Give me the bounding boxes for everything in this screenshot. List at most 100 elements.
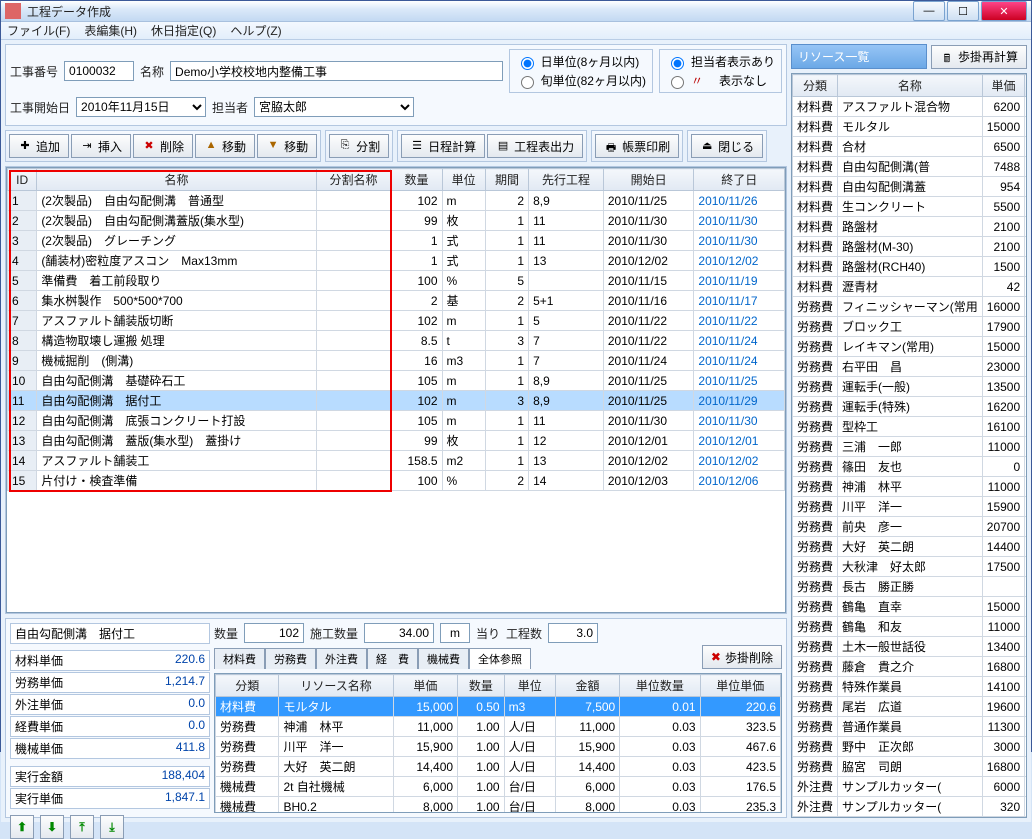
- add-button[interactable]: ✚追加: [9, 134, 69, 158]
- table-row[interactable]: 労務費運転手(特殊)16200人: [793, 397, 1028, 417]
- maximize-button[interactable]: ☐: [947, 1, 979, 21]
- detail-grid[interactable]: 分類リソース名称単価数量単位金額単位数量単位単価材料費モルタル15,0000.5…: [215, 674, 781, 813]
- table-row[interactable]: 外注費サンプルカッター(6000箇所: [793, 777, 1028, 797]
- table-row[interactable]: 材料費瀝青材42L: [793, 277, 1028, 297]
- table-row[interactable]: 5準備費 着工前段取り100%52010/11/152010/11/19: [8, 271, 785, 291]
- table-row[interactable]: 材料費アスファルト混合物6200t: [793, 97, 1028, 117]
- table-row[interactable]: 労務費尾岩 広道19600人/日: [793, 697, 1028, 717]
- radio-day[interactable]: [521, 57, 534, 70]
- arrow-up-button[interactable]: ⬆: [10, 815, 34, 839]
- del-rate-button[interactable]: ✖歩掛削除: [702, 645, 782, 669]
- movedown-button[interactable]: ▼移動: [257, 134, 317, 158]
- table-row[interactable]: 労務費藤倉 貴之介16800人/日: [793, 657, 1028, 677]
- arrow-down-button[interactable]: ⬇: [40, 815, 64, 839]
- table-row[interactable]: 労務費大好 英二朗14400人/日: [793, 537, 1028, 557]
- startdate-select[interactable]: 2010年11月15日: [76, 97, 206, 117]
- table-row[interactable]: 3(2次製品) グレーチング1式1112010/11/302010/11/30: [8, 231, 785, 251]
- table-row[interactable]: 12自由勾配側溝 底張コンクリート打設105m1112010/11/302010…: [8, 411, 785, 431]
- table-row[interactable]: 労務費三浦 一郎11000人/日: [793, 437, 1028, 457]
- radio-manager-hide[interactable]: [671, 76, 684, 89]
- table-row[interactable]: 1(2次製品) 自由勾配側溝 普通型102m28,92010/11/252010…: [8, 191, 785, 211]
- menu-file[interactable]: ファイル(F): [7, 22, 70, 39]
- detail-procs-input[interactable]: [548, 623, 598, 643]
- projno-input[interactable]: [64, 61, 134, 81]
- detail-qty-input[interactable]: [244, 623, 304, 643]
- table-row[interactable]: 労務費大秋津 好太郎17500人/日: [793, 557, 1028, 577]
- close-button[interactable]: ✕: [981, 1, 1027, 21]
- table-row[interactable]: 材料費路盤材(M-30)2100m3: [793, 237, 1028, 257]
- arrow-top-button[interactable]: ⤒: [70, 815, 94, 839]
- table-row[interactable]: 労務費土木一般世話役13400人: [793, 637, 1028, 657]
- table-row[interactable]: 労務費神浦 林平11000人/日: [793, 477, 1028, 497]
- table-row[interactable]: 材料費モルタル15,0000.50m37,5000.01220.6: [216, 697, 781, 717]
- table-row[interactable]: 労務費鶴亀 和友11000人/日: [793, 617, 1028, 637]
- table-row[interactable]: 2(2次製品) 自由勾配側溝蓋版(集水型)99枚1112010/11/30201…: [8, 211, 785, 231]
- radio-manager-show[interactable]: [671, 57, 684, 70]
- recalc-button[interactable]: 🖩歩掛再計算: [931, 45, 1027, 69]
- table-row[interactable]: 機械費BH0.28,0001.00台/日8,0000.03235.3: [216, 797, 781, 814]
- table-row[interactable]: 4(舗装材)密粒度アスコン Max13mm1式1132010/12/022010…: [8, 251, 785, 271]
- print-button[interactable]: 🖶帳票印刷: [595, 134, 679, 158]
- table-row[interactable]: 11自由勾配側溝 据付工102m38,92010/11/252010/11/29: [8, 391, 785, 411]
- table-row[interactable]: 材料費自由勾配側溝(普7488本: [793, 157, 1028, 177]
- table-row[interactable]: 労務費神浦 林平11,0001.00人/日11,0000.03323.5: [216, 717, 781, 737]
- tab-subcontract[interactable]: 外注費: [316, 648, 367, 669]
- minimize-button[interactable]: —: [913, 1, 945, 21]
- resource-grid[interactable]: 分類名称単価単位材料費アスファルト混合物6200t材料費モルタル15000m3材…: [792, 74, 1027, 817]
- table-row[interactable]: 労務費右平田 昌23000人/日: [793, 357, 1028, 377]
- menu-edit[interactable]: 表編集(H): [84, 22, 137, 39]
- table-row[interactable]: 材料費路盤材(RCH40)1500m3: [793, 257, 1028, 277]
- moveup-button[interactable]: ▲移動: [195, 134, 255, 158]
- table-row[interactable]: 労務費長古 勝正勝: [793, 577, 1028, 597]
- table-row[interactable]: 材料費生コンクリート5500m3: [793, 197, 1028, 217]
- main-grid[interactable]: ID名称分割名称数量単位期間先行工程開始日終了日1(2次製品) 自由勾配側溝 普…: [7, 168, 785, 491]
- table-row[interactable]: 労務費鶴亀 直幸15000人/日: [793, 597, 1028, 617]
- chart-button[interactable]: ▤工程表出力: [487, 134, 583, 158]
- table-row[interactable]: 労務費運転手(一般)13500人: [793, 377, 1028, 397]
- tab-material[interactable]: 材料費: [214, 648, 265, 669]
- table-row[interactable]: 材料費合材6500t: [793, 137, 1028, 157]
- arrow-bottom-button[interactable]: ⤓: [100, 815, 124, 839]
- tab-expense[interactable]: 経 費: [367, 648, 418, 669]
- split-button[interactable]: ⎘分割: [329, 134, 389, 158]
- projname-input[interactable]: [170, 61, 503, 81]
- table-row[interactable]: 外注費サンプルカッター(320m: [793, 797, 1028, 817]
- radio-tenday[interactable]: [521, 76, 534, 89]
- tab-machine[interactable]: 機械費: [418, 648, 469, 669]
- tab-labor[interactable]: 労務費: [265, 648, 316, 669]
- schedule-button[interactable]: ☰日程計算: [401, 134, 485, 158]
- table-row[interactable]: 7アスファルト舗装版切断102m152010/11/222010/11/22: [8, 311, 785, 331]
- table-row[interactable]: 13自由勾配側溝 蓋版(集水型) 蓋掛け99枚1122010/12/012010…: [8, 431, 785, 451]
- table-row[interactable]: 労務費川平 洋一15900人/日: [793, 497, 1028, 517]
- table-row[interactable]: 6集水桝製作 500*500*7002基25+12010/11/162010/1…: [8, 291, 785, 311]
- table-row[interactable]: 労務費特殊作業員14100人: [793, 677, 1028, 697]
- table-row[interactable]: 8構造物取壊し運搬 処理8.5t372010/11/222010/11/24: [8, 331, 785, 351]
- manager-select[interactable]: 宮脇太郎: [254, 97, 414, 117]
- detail-workqty-input[interactable]: [364, 623, 434, 643]
- close-panel-button[interactable]: ⏏閉じる: [691, 134, 763, 158]
- table-row[interactable]: 労務費ブロック工17900人: [793, 317, 1028, 337]
- table-row[interactable]: 労務費篠田 友也0人/日: [793, 457, 1028, 477]
- table-row[interactable]: 労務費野中 正次郎3000時間: [793, 737, 1028, 757]
- table-row[interactable]: 労務費川平 洋一15,9001.00人/日15,9000.03467.6: [216, 737, 781, 757]
- menu-help[interactable]: ヘルプ(Z): [230, 22, 281, 39]
- table-row[interactable]: 材料費自由勾配側溝蓋954枚: [793, 177, 1028, 197]
- table-row[interactable]: 労務費大好 英二朗14,4001.00人/日14,4000.03423.5: [216, 757, 781, 777]
- table-row[interactable]: 労務費脇宮 司朗16800人/日: [793, 757, 1028, 777]
- table-row[interactable]: 10自由勾配側溝 基礎砕石工105m18,92010/11/252010/11/…: [8, 371, 785, 391]
- table-row[interactable]: 機械費2t 自社機械6,0001.00台/日6,0000.03176.5: [216, 777, 781, 797]
- table-row[interactable]: 労務費普通作業員11300人: [793, 717, 1028, 737]
- tab-all[interactable]: 全体参照: [469, 648, 531, 669]
- table-row[interactable]: 材料費路盤材2100m3: [793, 217, 1028, 237]
- insert-button[interactable]: ⇥挿入: [71, 134, 131, 158]
- delete-button[interactable]: ✖削除: [133, 134, 193, 158]
- table-row[interactable]: 15片付け・検査準備100%2142010/12/032010/12/06: [8, 471, 785, 491]
- table-row[interactable]: 労務費前央 彦一20700人/日: [793, 517, 1028, 537]
- table-row[interactable]: 材料費モルタル15000m3: [793, 117, 1028, 137]
- table-row[interactable]: 14アスファルト舗装工158.5m21132010/12/022010/12/0…: [8, 451, 785, 471]
- table-row[interactable]: 労務費型枠工16100人: [793, 417, 1028, 437]
- table-row[interactable]: 労務費レイキマン(常用)15000人/日: [793, 337, 1028, 357]
- menu-holiday[interactable]: 休日指定(Q): [151, 22, 216, 39]
- table-row[interactable]: 9機械掘削 (側溝)16m3172010/11/242010/11/24: [8, 351, 785, 371]
- table-row[interactable]: 労務費フィニッシャーマン(常用16000人/日: [793, 297, 1028, 317]
